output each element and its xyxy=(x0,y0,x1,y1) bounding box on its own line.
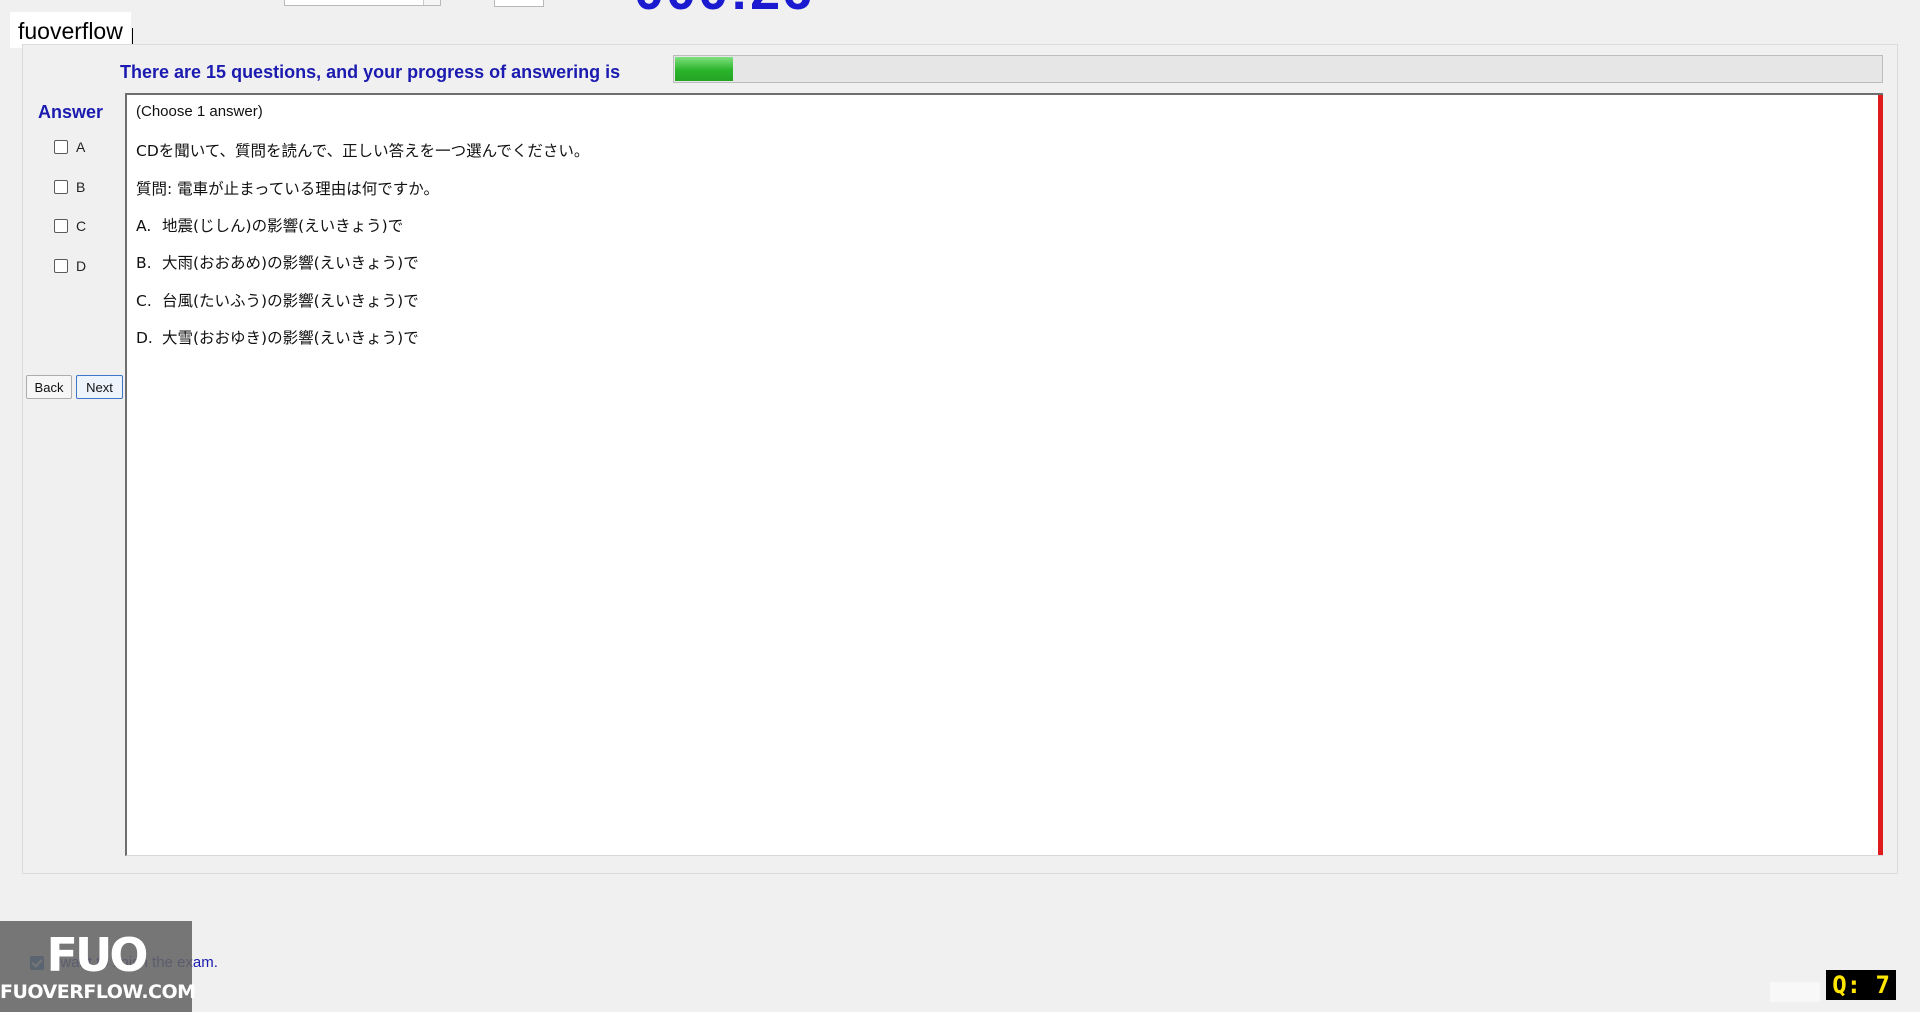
answer-option-d[interactable]: D xyxy=(54,257,86,275)
checkbox-c[interactable] xyxy=(54,219,68,233)
progress-bar-fill xyxy=(675,57,733,81)
choice-letter: B. xyxy=(136,254,152,272)
question-border-red xyxy=(1878,95,1883,855)
choice-text: 大雪(おおゆき)の影響(えいきょう)で xyxy=(162,329,419,347)
watermark-label: fuoverflow xyxy=(10,12,133,48)
choice-text: 大雨(おおあめ)の影響(えいきょう)で xyxy=(162,254,419,272)
question-content-box[interactable]: (Choose 1 answer) CDを聞いて、質問を読んで、正しい答えを一つ… xyxy=(125,93,1883,856)
option-label: B xyxy=(76,179,86,195)
dropdown-arrow-icon[interactable] xyxy=(423,0,440,5)
watermark-text: fuoverflow xyxy=(18,18,123,44)
option-label: C xyxy=(76,218,87,234)
answer-option-b[interactable]: B xyxy=(54,178,85,196)
logo-brand: FUOVERFLOW.COM xyxy=(0,981,196,1003)
question-prompt: CDを聞いて、質問を読んで、正しい答えを一つ選んでください。 xyxy=(136,142,590,160)
question-number-badge: Q: 7 xyxy=(1826,970,1896,1000)
top-dropdown[interactable] xyxy=(284,0,441,6)
choice-line-d: D. 大雪(おおゆき)の影響(えいきょう)で xyxy=(136,326,419,348)
answer-option-a[interactable]: A xyxy=(54,138,85,156)
exam-window: 000:26 fuoverflow There are 15 questions… xyxy=(0,0,1920,1012)
choice-letter: A. xyxy=(136,217,152,235)
countdown-timer: 000:26 xyxy=(634,0,814,18)
choice-text: 台風(たいふう)の影響(えいきょう)で xyxy=(162,292,419,310)
next-button[interactable]: Next xyxy=(76,375,123,399)
checkbox-b[interactable] xyxy=(54,180,68,194)
logo-mark: FUO xyxy=(46,928,149,982)
checkbox-d[interactable] xyxy=(54,259,68,273)
option-label: D xyxy=(76,258,87,274)
back-button[interactable]: Back xyxy=(26,375,72,399)
question-instruction: (Choose 1 answer) xyxy=(136,103,263,120)
choice-letter: C. xyxy=(136,292,152,310)
answer-option-c[interactable]: C xyxy=(54,217,86,235)
fuoverflow-logo: FUO FUOVERFLOW.COM xyxy=(0,921,196,1012)
option-label: A xyxy=(76,139,86,155)
top-small-field[interactable] xyxy=(494,0,544,7)
checkbox-a[interactable] xyxy=(54,140,68,154)
choice-line-a: A. 地震(じしん)の影響(えいきょう)で xyxy=(136,214,403,236)
choice-line-b: B. 大雨(おおあめ)の影響(えいきょう)で xyxy=(136,251,419,273)
badge-backdrop xyxy=(1770,982,1820,1002)
progress-label: There are 15 questions, and your progres… xyxy=(120,62,621,82)
progress-bar xyxy=(673,55,1883,83)
question-text: 質問: 電車が止まっている理由は何ですか。 xyxy=(136,180,439,198)
choice-letter: D. xyxy=(136,329,153,347)
choice-text: 地震(じしん)の影響(えいきょう)で xyxy=(162,217,404,235)
answer-heading: Answer xyxy=(38,102,104,122)
choice-line-c: C. 台風(たいふう)の影響(えいきょう)で xyxy=(136,289,419,311)
